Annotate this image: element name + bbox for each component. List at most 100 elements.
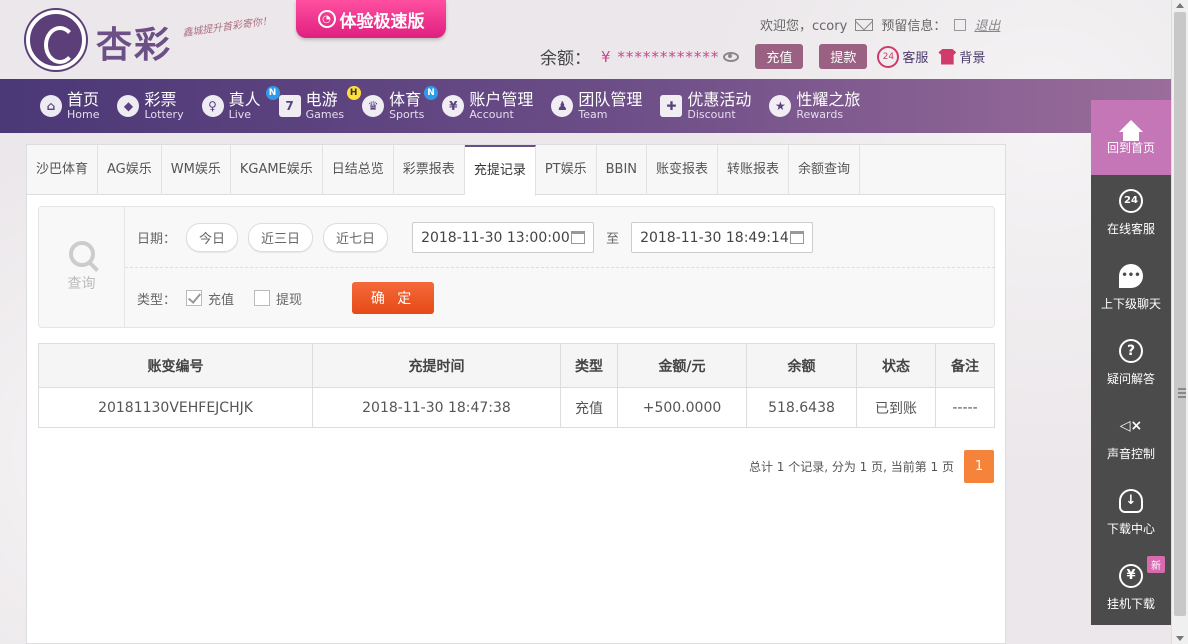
mail-icon[interactable] (855, 18, 874, 31)
username: ccory (812, 19, 848, 34)
grip-icon (1178, 388, 1186, 398)
query-side: 查询 (39, 207, 125, 327)
nav-rewards[interactable]: ★ 性耀之旅 Rewards (769, 89, 861, 121)
cell-balance: 518.6438 (746, 387, 857, 428)
end-date-input[interactable]: 2018-11-30 18:49:14 (631, 222, 814, 253)
sidebar-label: 下载中心 (1106, 521, 1155, 536)
eye-icon[interactable] (723, 51, 740, 62)
tab-pt[interactable]: PT娱乐 (536, 145, 597, 195)
tab-deposit-withdraw-records[interactable]: 充提记录 (464, 145, 536, 196)
welcome-bar: 欢迎您，ccory 预留信息： 退出 (760, 15, 1000, 34)
confirm-button[interactable]: 确 定 (352, 282, 435, 314)
calendar-icon[interactable] (790, 231, 805, 244)
hot-badge: H (346, 85, 361, 100)
logo-emblem-icon (26, 10, 86, 70)
nav-sublabel: Rewards (796, 107, 844, 121)
tab-saba-sports[interactable]: 沙巴体育 (27, 145, 99, 195)
page-button-1[interactable]: 1 (964, 450, 994, 483)
nav-home[interactable]: ⌂ 首页 Home (40, 89, 100, 121)
last-7-days-button[interactable]: 近七日 (323, 223, 389, 252)
tab-kgame[interactable]: KGAME娱乐 (231, 145, 323, 195)
col-transaction-id: 账变编号 (38, 343, 313, 388)
gift-icon: ✚ (660, 95, 683, 117)
sidebar-online-support[interactable]: 24 在线客服 (1091, 175, 1171, 250)
support-24-icon: 24 (877, 45, 900, 68)
divider (125, 267, 995, 268)
new-badge: 新 (1147, 556, 1165, 573)
sidebar-faq[interactable]: ? 疑问解答 (1091, 325, 1171, 400)
speed-version-button[interactable]: ◔ 体验极速版 (296, 0, 446, 38)
withdraw-checkbox[interactable] (254, 290, 271, 306)
main-nav: ⌂ 首页 Home ◆ 彩票 Lottery ♀ 真人 Live N 7 电游 Game… (0, 79, 1171, 133)
nav-label: 优惠活动 (687, 89, 752, 109)
nav-sublabel: Home (67, 107, 100, 121)
sidebar-back-home[interactable]: 回到首页 (1091, 100, 1171, 175)
background-link[interactable]: 背景 (938, 47, 985, 66)
recharge-button[interactable]: 充值 (755, 44, 804, 69)
nav-label: 性耀之旅 (796, 89, 861, 109)
last-3-days-button[interactable]: 近三日 (248, 223, 314, 252)
tab-balance-query[interactable]: 余额查询 (789, 145, 861, 195)
nav-games[interactable]: 7 电游 Games H (278, 85, 361, 120)
nav-label: 真人 (228, 89, 261, 109)
nav-live[interactable]: ♀ 真人 Live N (201, 85, 280, 120)
withdraw-button[interactable]: 提款 (819, 44, 868, 69)
nav-account[interactable]: ¥ 账户管理 Account (442, 91, 533, 120)
tab-bbin[interactable]: BBIN (597, 145, 648, 195)
nav-sports[interactable]: ♛ 体育 Sports N (362, 85, 439, 120)
sidebar-download-center[interactable]: ↓ 下载中心 (1091, 475, 1171, 550)
col-remark: 备注 (935, 343, 995, 388)
sidebar-label: 疑问解答 (1106, 371, 1155, 386)
reserved-message-label[interactable]: 预留信息： (881, 15, 946, 34)
live-icon: ♀ (201, 95, 224, 117)
col-type: 类型 (560, 343, 618, 388)
calendar-icon[interactable] (571, 231, 586, 244)
scroll-down-arrow-icon[interactable] (1176, 636, 1184, 641)
sidebar-label: 声音控制 (1106, 446, 1155, 461)
today-button[interactable]: 今日 (186, 223, 239, 252)
home-icon: ⌂ (40, 95, 62, 117)
sidebar-hangup-download[interactable]: ¥ 挂机下载 新 (1091, 550, 1171, 625)
sidebar-chat[interactable]: ••• 上下级聊天 (1091, 250, 1171, 325)
question-icon: ? (1119, 338, 1143, 363)
new-badge: N (424, 85, 439, 100)
type-row: 类型： 充值 提现 确 定 (137, 282, 435, 314)
scroll-up-arrow-icon[interactable] (1176, 3, 1184, 8)
scrollbar-thumb[interactable] (1174, 12, 1186, 616)
nav-discount[interactable]: ✚ 优惠活动 Discount (660, 89, 752, 120)
start-date-input[interactable]: 2018-11-30 13:00:00 (412, 222, 595, 253)
col-status: 状态 (856, 343, 936, 388)
nav-team[interactable]: ♟ 团队管理 Team (551, 89, 643, 120)
sidebar-label: 上下级聊天 (1100, 296, 1161, 311)
tab-wm[interactable]: WM娱乐 (162, 145, 231, 195)
background-label: 背景 (959, 51, 986, 66)
cell-status: 已到账 (856, 387, 936, 428)
col-time: 充提时间 (312, 343, 561, 388)
recharge-checkbox[interactable] (186, 290, 203, 306)
search-icon (68, 241, 95, 267)
date-label: 日期： (137, 232, 177, 247)
tab-lottery-report[interactable]: 彩票报表 (394, 145, 465, 195)
withdraw-checkbox-label: 提现 (276, 292, 303, 308)
page-scrollbar[interactable] (1171, 0, 1188, 644)
edit-icon[interactable] (954, 18, 967, 31)
sidebar-label: 挂机下载 (1106, 596, 1155, 611)
nav-label: 首页 (67, 89, 100, 109)
customer-service-link[interactable]: 24 客服 (877, 45, 928, 68)
welcome-text: 欢迎您，ccory (760, 19, 848, 34)
table-header-row: 账变编号 充提时间 类型 金额/元 余额 状态 备注 (38, 343, 995, 388)
home-icon (1119, 119, 1143, 141)
nav-lottery[interactable]: ◆ 彩票 Lottery (117, 91, 184, 120)
tab-transfer-report[interactable]: 转账报表 (718, 145, 790, 195)
tab-ag[interactable]: AG娱乐 (98, 145, 162, 195)
tab-account-change-report[interactable]: 账变报表 (647, 145, 719, 195)
nav-label: 团队管理 (578, 89, 643, 109)
site-logo[interactable]: 杏彩 鑫城提升首彩寄你！ (26, 10, 276, 70)
header: 杏彩 鑫城提升首彩寄你！ ◔ 体验极速版 欢迎您，ccory 预留信息： 退出 … (0, 0, 1171, 79)
sidebar-sound[interactable]: ◁× 声音控制 (1091, 400, 1171, 475)
tab-daily-overview[interactable]: 日结总览 (323, 145, 394, 195)
balance-value: ¥ ************ (601, 47, 720, 66)
download-icon: ↓ (1119, 488, 1143, 513)
logout-link[interactable]: 退出 (974, 15, 1000, 34)
trophy-icon: ♛ (362, 95, 385, 117)
